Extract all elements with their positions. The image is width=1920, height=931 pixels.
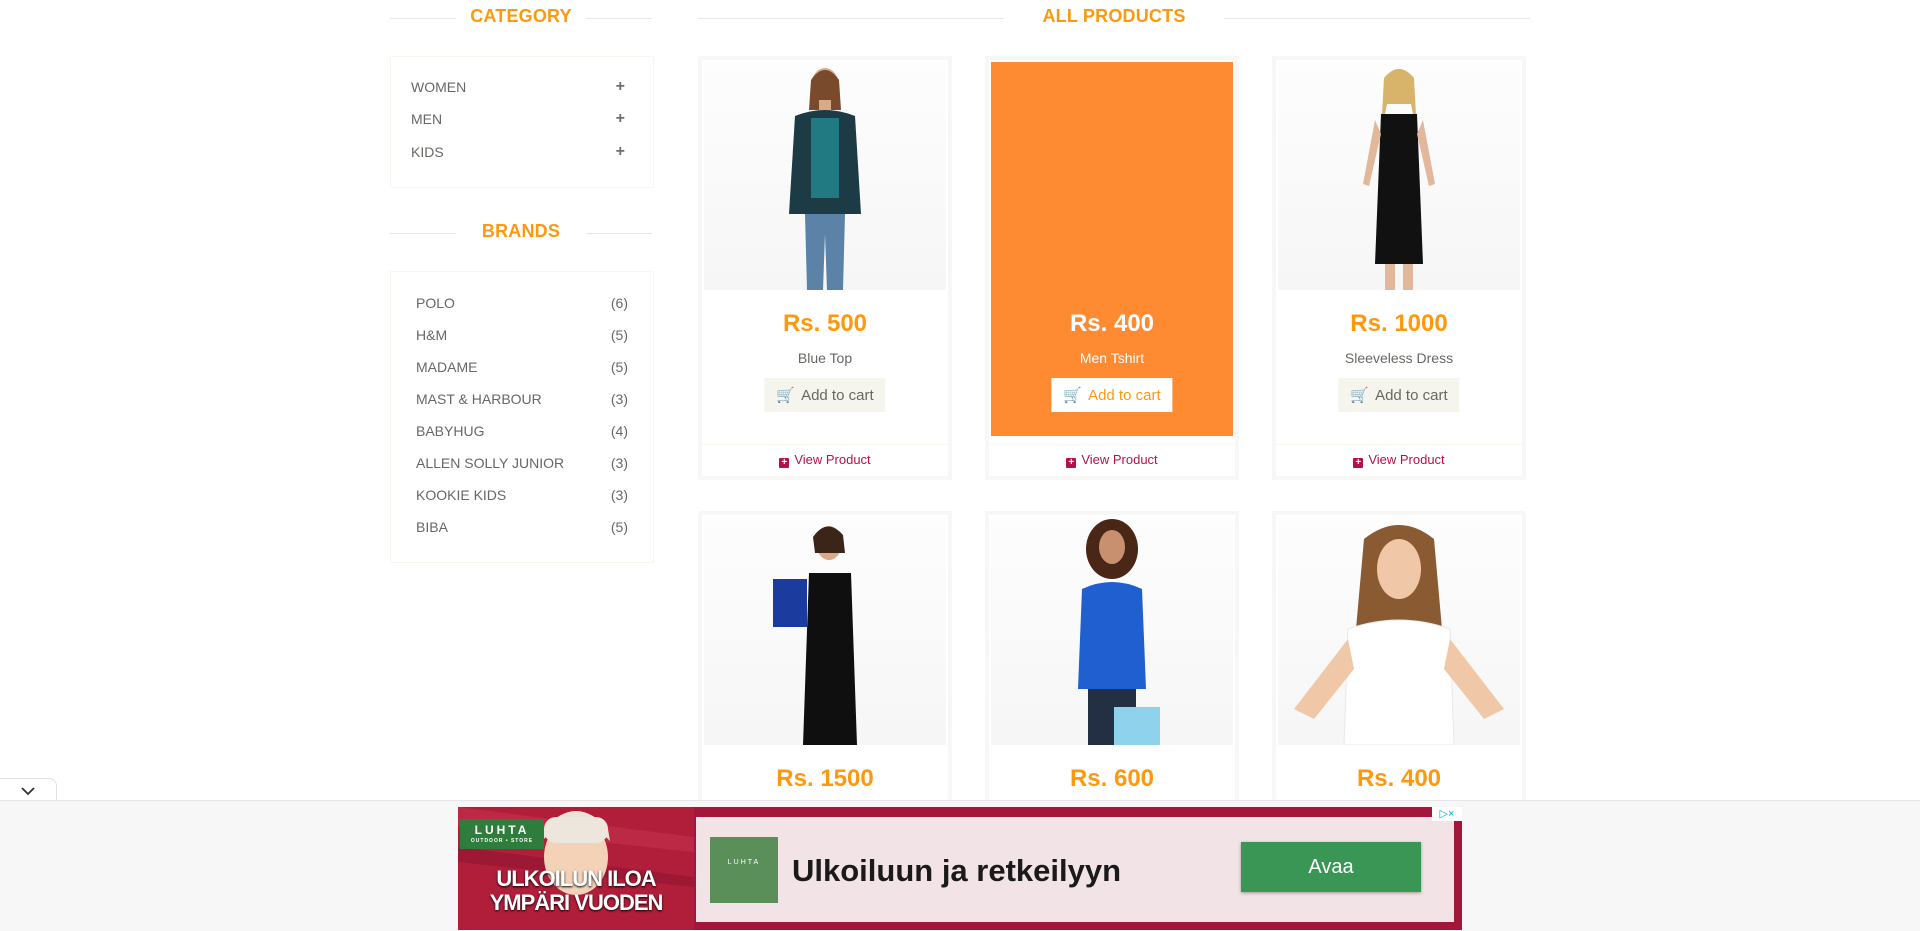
- product-card: Rs. 400 Men Tshirt 🛒 Add to cart + View P…: [985, 56, 1239, 480]
- brands-heading: BRANDS: [390, 215, 652, 251]
- brand-item[interactable]: ALLEN SOLLY JUNIOR (3): [416, 452, 628, 474]
- brand-name[interactable]: BIBA: [416, 519, 448, 535]
- plus-square-icon: +: [1353, 458, 1364, 468]
- brand-name[interactable]: H&M: [416, 327, 447, 343]
- ad-headline: Ulkoiluun ja retkeilyyn: [792, 853, 1122, 888]
- brand-count: (5): [610, 327, 628, 343]
- category-item-men[interactable]: MEN +: [411, 107, 625, 131]
- category-label: KIDS: [411, 144, 444, 160]
- brand-item[interactable]: MAST & HARBOUR (3): [416, 388, 628, 410]
- product-price: Rs. 400: [1356, 765, 1442, 792]
- category-title: CATEGORY: [470, 6, 572, 26]
- category-item-women[interactable]: WOMEN +: [411, 75, 625, 99]
- brand-name[interactable]: MADAME: [416, 359, 477, 375]
- product-card: Rs. 400: [1272, 511, 1526, 811]
- brand-item[interactable]: BIBA (5): [416, 516, 628, 538]
- products-heading: ALL PRODUCTS: [698, 0, 1530, 36]
- product-name: Sleeveless Dress: [1344, 350, 1454, 366]
- brand-name[interactable]: BABYHUG: [416, 423, 484, 439]
- brand-item[interactable]: BABYHUG (4): [416, 420, 628, 442]
- view-product-link[interactable]: + View Product: [1276, 452, 1522, 468]
- luhta-logo-square: LUHTA: [710, 837, 778, 903]
- add-to-cart-label: Add to cart: [1088, 386, 1161, 404]
- brand-name[interactable]: KOOKIE KIDS: [416, 487, 506, 503]
- brand-name[interactable]: MAST & HARBOUR: [416, 391, 542, 407]
- adchoices-close-icon[interactable]: ▷×: [1432, 807, 1462, 821]
- brand-name[interactable]: ALLEN SOLLY JUNIOR: [416, 455, 564, 471]
- ad-slogan: ULKOILUN ILOA YMPÄRI VUODEN: [489, 866, 664, 915]
- card-divider: [702, 444, 948, 445]
- product-name: Blue Top: [797, 350, 853, 366]
- plus-icon[interactable]: +: [616, 140, 625, 164]
- add-to-cart-label: Add to cart: [801, 386, 874, 404]
- add-to-cart-button[interactable]: 🛒 Add to cart: [1051, 378, 1173, 412]
- cart-icon: 🛒: [776, 387, 796, 404]
- card-divider: [989, 444, 1235, 445]
- add-to-cart-button[interactable]: 🛒 Add to cart: [764, 378, 886, 412]
- ad-open-button[interactable]: Avaa: [1241, 842, 1421, 892]
- product-card: Rs. 600: [985, 511, 1239, 811]
- product-name: Men Tshirt: [1079, 350, 1145, 366]
- brand-count: (4): [610, 423, 628, 439]
- brands-title: BRANDS: [481, 221, 561, 241]
- brand-count: (3): [610, 391, 628, 407]
- plus-icon[interactable]: +: [616, 107, 625, 131]
- product-card: Rs. 1000 Sleeveless Dress 🛒 Add to cart …: [1272, 56, 1526, 480]
- product-price: Rs. 1500: [776, 765, 874, 792]
- product-price: Rs. 400: [1069, 310, 1155, 337]
- product-price: Rs. 600: [1069, 765, 1155, 792]
- category-item-kids[interactable]: KIDS +: [411, 140, 625, 164]
- products-title: ALL PRODUCTS: [1042, 6, 1186, 26]
- plus-square-icon: +: [1066, 458, 1077, 468]
- brand-item[interactable]: MADAME (5): [416, 356, 628, 378]
- product-card: Rs. 1500: [698, 511, 952, 811]
- brand-item[interactable]: KOOKIE KIDS (3): [416, 484, 628, 506]
- category-panel: WOMEN + MEN + KIDS +: [390, 56, 654, 188]
- luhta-logo: LUHTA OUTDOOR • STORE: [460, 819, 544, 849]
- cart-icon: 🛒: [1350, 387, 1370, 404]
- ad-image: LUHTA OUTDOOR • STORE ULKOILUN ILOA YMPÄ…: [458, 807, 694, 930]
- view-product-link[interactable]: + View Product: [702, 452, 948, 468]
- brand-item[interactable]: H&M (5): [416, 324, 628, 346]
- product-image: [704, 62, 946, 290]
- brand-count: (5): [610, 359, 628, 375]
- category-label: MEN: [411, 111, 443, 127]
- brand-item[interactable]: POLO (6): [416, 292, 628, 314]
- category-heading: CATEGORY: [390, 0, 652, 36]
- product-card: Rs. 500 Blue Top 🛒 Add to cart + View Pro…: [698, 56, 952, 480]
- product-price: Rs. 1000: [1350, 310, 1448, 337]
- brand-count: (3): [610, 455, 628, 471]
- product-image: [704, 517, 946, 745]
- ad-banner[interactable]: LUHTA OUTDOOR • STORE ULKOILUN ILOA YMPÄ…: [458, 807, 1462, 930]
- view-product-link[interactable]: + View Product: [989, 452, 1235, 468]
- card-divider: [1276, 444, 1522, 445]
- brand-name[interactable]: POLO: [416, 295, 455, 311]
- brand-count: (3): [610, 487, 628, 503]
- product-image: [1278, 62, 1520, 290]
- product-image: [991, 517, 1233, 745]
- product-price: Rs. 500: [782, 310, 868, 337]
- ad-content: LUHTA Ulkoiluun ja retkeilyyn Avaa: [696, 817, 1454, 922]
- product-image: [1278, 517, 1520, 745]
- plus-icon[interactable]: +: [616, 75, 625, 99]
- cart-icon: 🛒: [1063, 387, 1083, 404]
- category-label: WOMEN: [411, 79, 467, 95]
- view-product-label: View Product: [1368, 452, 1445, 467]
- plus-square-icon: +: [779, 458, 790, 468]
- add-to-cart-button[interactable]: 🛒 Add to cart: [1338, 378, 1460, 412]
- chevron-down-icon: [21, 787, 35, 796]
- view-product-label: View Product: [794, 452, 871, 467]
- add-to-cart-label: Add to cart: [1375, 386, 1448, 404]
- brand-count: (5): [610, 519, 628, 535]
- view-product-label: View Product: [1081, 452, 1158, 467]
- brand-count: (6): [610, 295, 628, 311]
- brands-panel: POLO (6) H&M (5) MADAME (5) MAST & HARBOUR (…: [390, 271, 654, 563]
